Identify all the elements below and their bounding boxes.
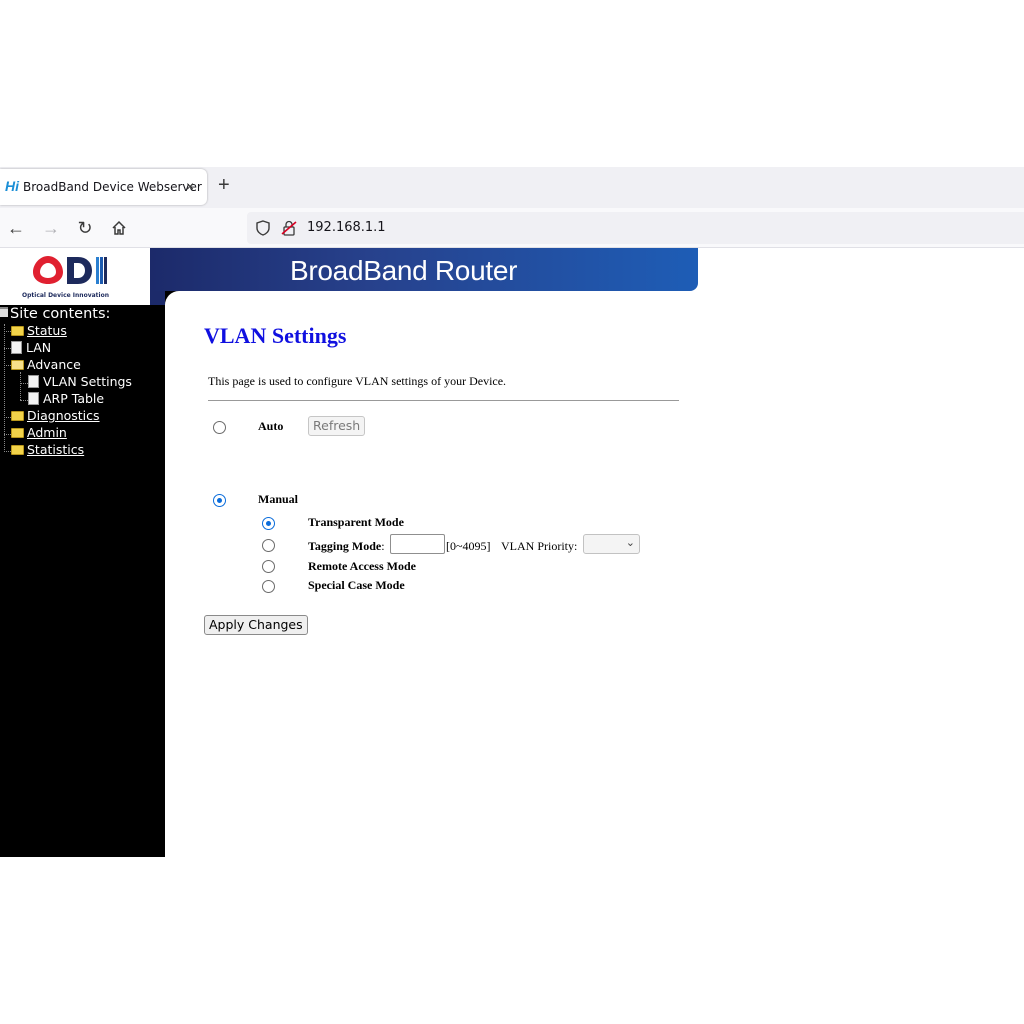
browser-nav-bar: ← → ↻ 192.168.1.1 bbox=[0, 208, 1024, 248]
sidebar-item-label: Diagnostics bbox=[27, 408, 100, 423]
back-icon[interactable]: ← bbox=[5, 217, 27, 239]
address-bar[interactable]: 192.168.1.1 bbox=[247, 212, 1024, 244]
tree-line bbox=[20, 383, 28, 384]
logo-graphic bbox=[33, 256, 107, 284]
browser-tab-bar: Hi BroadBand Device Webserver × + bbox=[0, 167, 1024, 208]
insecure-lock-icon[interactable] bbox=[281, 220, 297, 236]
vlan-id-input[interactable] bbox=[390, 534, 445, 554]
remote-access-mode-radio[interactable] bbox=[262, 560, 275, 573]
banner-title: BroadBand Router bbox=[290, 255, 518, 286]
tree-line bbox=[4, 451, 11, 452]
site-contents-title: Site contents: bbox=[0, 306, 110, 322]
apply-changes-button[interactable]: Apply Changes bbox=[204, 615, 308, 635]
manual-radio[interactable] bbox=[213, 494, 226, 507]
sidebar-item-label: Admin bbox=[27, 425, 67, 440]
tree-line bbox=[4, 417, 11, 418]
folder-icon bbox=[11, 428, 24, 438]
auto-radio[interactable] bbox=[213, 421, 226, 434]
home-icon[interactable] bbox=[108, 217, 130, 239]
sidebar-item-vlan-settings[interactable]: VLAN Settings bbox=[28, 374, 132, 389]
tree-root-icon bbox=[0, 307, 8, 317]
divider bbox=[208, 400, 679, 401]
sidebar-item-label: Status bbox=[27, 323, 67, 338]
main-content: VLAN Settings This page is used to confi… bbox=[165, 305, 1024, 857]
shield-icon[interactable] bbox=[255, 220, 271, 236]
chevron-down-icon: ⌄ bbox=[625, 537, 635, 549]
page-title: VLAN Settings bbox=[204, 323, 347, 348]
document-icon bbox=[28, 392, 39, 405]
sidebar-item-arp-table[interactable]: ARP Table bbox=[28, 391, 104, 406]
forward-icon[interactable]: → bbox=[40, 217, 62, 239]
sidebar-item-label: LAN bbox=[26, 340, 52, 355]
tab-title: BroadBand Device Webserver bbox=[23, 180, 202, 194]
browser-tab[interactable]: Hi BroadBand Device Webserver × bbox=[0, 169, 207, 205]
tree-line bbox=[4, 365, 11, 366]
document-icon bbox=[28, 375, 39, 388]
odi-logo: Optical Device Innovation bbox=[0, 248, 150, 305]
transparent-mode-text: Transparent Mode bbox=[308, 515, 404, 529]
sidebar-item-label: VLAN Settings bbox=[43, 374, 132, 389]
tagging-mode-text: Tagging Mode bbox=[308, 539, 382, 553]
folder-open-icon bbox=[11, 360, 24, 370]
banner: BroadBand Router bbox=[150, 248, 698, 291]
reload-icon[interactable]: ↻ bbox=[74, 217, 96, 239]
auto-label-text: Auto bbox=[258, 419, 284, 433]
url-text: 192.168.1.1 bbox=[307, 220, 386, 235]
remote-access-mode-label: Remote Access Mode bbox=[308, 559, 416, 574]
transparent-mode-radio[interactable] bbox=[262, 517, 275, 530]
manual-label-text: Manual bbox=[258, 492, 299, 506]
remote-access-mode-text: Remote Access Mode bbox=[308, 559, 416, 573]
tree-line bbox=[20, 372, 21, 400]
sidebar-item-status[interactable]: Status bbox=[11, 323, 67, 338]
folder-icon bbox=[11, 445, 24, 455]
auto-label: Auto bbox=[258, 419, 283, 434]
sidebar-item-label: Statistics bbox=[27, 442, 85, 457]
tagging-mode-radio[interactable] bbox=[262, 539, 275, 552]
sidebar-item-lan[interactable]: LAN bbox=[11, 340, 51, 355]
vlan-priority-label: VLAN Priority: bbox=[501, 539, 578, 553]
tree-line bbox=[20, 400, 28, 401]
special-case-mode-label: Special Case Mode bbox=[308, 578, 405, 593]
tree-line bbox=[4, 434, 11, 435]
special-case-mode-radio[interactable] bbox=[262, 580, 275, 593]
sidebar-item-label: ARP Table bbox=[43, 391, 105, 406]
sidebar-item-statistics[interactable]: Statistics bbox=[11, 442, 84, 457]
favicon-icon: Hi bbox=[5, 178, 19, 194]
banner-corner bbox=[150, 291, 165, 305]
sidebar-item-admin[interactable]: Admin bbox=[11, 425, 67, 440]
page-description: This page is used to configure VLAN sett… bbox=[208, 374, 507, 388]
tagging-mode-label: Tagging Mode: bbox=[308, 539, 385, 554]
sidebar-item-diagnostics[interactable]: Diagnostics bbox=[11, 408, 100, 423]
special-case-mode-text: Special Case Mode bbox=[308, 578, 405, 592]
tagging-colon: : bbox=[381, 539, 385, 553]
vlan-priority-select[interactable]: ⌄ bbox=[583, 534, 640, 554]
close-tab-icon[interactable]: × bbox=[186, 178, 194, 194]
sidebar-item-label: Advance bbox=[27, 357, 81, 372]
sidebar-item-advance[interactable]: Advance bbox=[11, 357, 81, 372]
logo-subtitle: Optical Device Innovation bbox=[22, 292, 109, 299]
vlan-range-label: [0~4095] bbox=[446, 539, 491, 553]
tree-line bbox=[4, 331, 11, 332]
document-icon bbox=[11, 341, 22, 354]
tree-line bbox=[4, 348, 11, 349]
banner-curve bbox=[165, 291, 179, 305]
folder-icon bbox=[11, 326, 24, 336]
manual-label: Manual bbox=[258, 492, 298, 507]
transparent-mode-label: Transparent Mode bbox=[308, 515, 404, 530]
new-tab-icon[interactable]: + bbox=[218, 175, 230, 195]
folder-icon bbox=[11, 411, 24, 421]
tree-line bbox=[4, 324, 5, 452]
site-contents-label: Site contents: bbox=[10, 306, 111, 322]
refresh-button[interactable]: Refresh bbox=[308, 416, 366, 436]
